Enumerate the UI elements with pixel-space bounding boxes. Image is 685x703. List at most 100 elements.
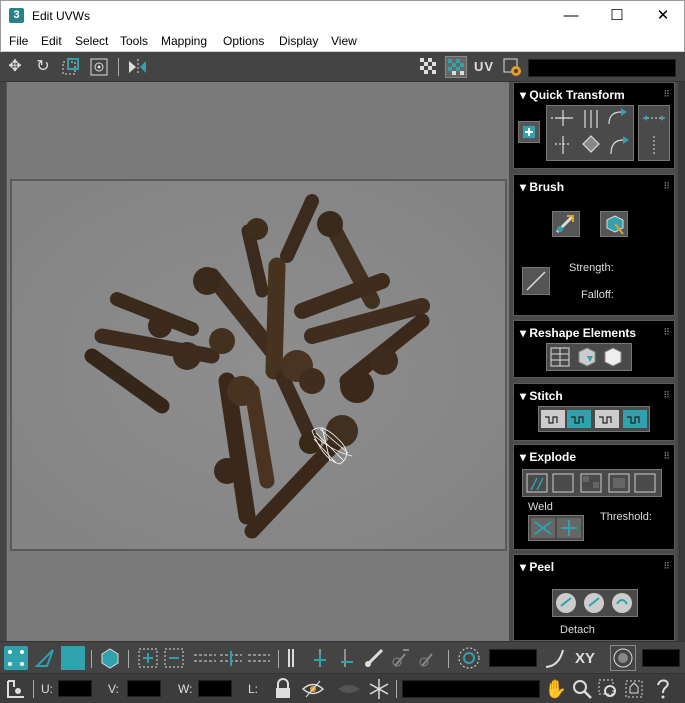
rollout-title[interactable]: ▾ Quick Transform	[520, 88, 625, 102]
minimize-button[interactable]: —	[548, 1, 594, 31]
rollout-stitch: ▾ Stitch ⠿	[513, 383, 675, 441]
menu-view[interactable]: View	[331, 34, 357, 48]
uv-tile	[10, 179, 507, 551]
move-icon[interactable]: ✥	[4, 56, 26, 78]
paint-shrink-icon[interactable]	[416, 646, 440, 670]
rollout-peel: ▾ Peel ⠿ Detach	[513, 554, 675, 641]
menu-edit[interactable]: Edit	[41, 34, 62, 48]
rollout-title[interactable]: ▾ Stitch	[520, 389, 563, 403]
falloff-type-icon[interactable]	[543, 646, 567, 670]
rollout-reshape-elements: ▾ Reshape Elements ⠿	[513, 320, 675, 378]
reshape-buttons[interactable]	[546, 343, 632, 371]
grip-icon[interactable]: ⠿	[663, 451, 670, 462]
uv-options-icon[interactable]	[501, 56, 523, 78]
panel-scrollbar[interactable]	[678, 82, 685, 641]
l-label: L:	[248, 682, 259, 696]
menu-bar: File Edit Select Tools Mapping Options D…	[0, 30, 685, 52]
loop-ring-icons[interactable]	[192, 646, 272, 670]
maximize-button[interactable]: ☐	[594, 1, 640, 31]
soft-selection-value[interactable]	[489, 649, 537, 667]
toolbar-divider	[128, 650, 129, 668]
explode-buttons[interactable]	[522, 469, 662, 497]
mirror-icon[interactable]	[126, 56, 148, 78]
menu-mapping[interactable]: Mapping	[161, 34, 207, 48]
grip-icon[interactable]: ⠿	[663, 181, 670, 192]
zoom-extents-icon[interactable]	[622, 677, 646, 701]
toolbar-divider	[448, 650, 449, 668]
v-field[interactable]	[127, 680, 161, 697]
rollout-title[interactable]: ▾ Reshape Elements	[520, 326, 636, 340]
pan-icon[interactable]: ✋	[544, 677, 568, 701]
rollout-title[interactable]: ▾ Peel	[520, 560, 554, 574]
menu-file[interactable]: File	[9, 34, 28, 48]
paint-select-icon[interactable]	[362, 646, 386, 670]
falloff-curve-icon[interactable]	[522, 267, 550, 295]
grow-select-icon[interactable]	[136, 646, 160, 670]
paint-grow-icon[interactable]	[389, 646, 413, 670]
app-icon: 3	[9, 8, 24, 23]
soft-selection-icon[interactable]	[456, 646, 482, 670]
rollout-brush: ▾ Brush ⠿ Strength: Falloff:	[513, 174, 675, 316]
w-field[interactable]	[198, 680, 232, 697]
shrink-select-icon[interactable]	[162, 646, 186, 670]
vertex-select-icon[interactable]	[4, 646, 28, 670]
help-icon[interactable]	[650, 677, 678, 701]
pivot-icon[interactable]	[518, 121, 540, 143]
checker-icon[interactable]	[418, 56, 440, 78]
rollout-title[interactable]: ▾ Explode	[520, 450, 576, 464]
stitch-buttons[interactable]	[538, 406, 650, 432]
grip-icon[interactable]: ⠿	[663, 89, 670, 100]
bottom-toolbar-bottom: U: V: W: L: ✋	[0, 673, 685, 703]
limit-value[interactable]	[642, 649, 680, 667]
strength-label: Strength:	[569, 262, 614, 274]
zoom-icon[interactable]	[570, 677, 594, 701]
freeform-icon[interactable]	[88, 56, 110, 78]
paint-move-icon[interactable]	[552, 211, 580, 237]
freeze-icon[interactable]	[367, 677, 391, 701]
toolbar-divider	[118, 58, 119, 76]
w-label: W:	[178, 682, 193, 696]
peel-buttons[interactable]	[552, 589, 638, 617]
ring-shrink-icon[interactable]	[335, 646, 359, 670]
rollout-title[interactable]: ▾ Brush	[520, 180, 564, 194]
zoom-region-icon[interactable]	[596, 677, 620, 701]
uv-viewport[interactable]	[6, 82, 509, 641]
unhide-icon[interactable]	[336, 677, 362, 701]
uv-label[interactable]: UV	[474, 59, 494, 74]
texture-dropdown[interactable]	[528, 59, 676, 77]
u-field[interactable]	[58, 680, 92, 697]
loop-select-icon[interactable]	[284, 646, 298, 670]
weld-buttons[interactable]	[528, 515, 584, 541]
quick-transform-buttons[interactable]	[546, 105, 634, 161]
hide-icon[interactable]	[300, 677, 326, 701]
detach-label: Detach	[560, 624, 595, 636]
menu-tools[interactable]: Tools	[120, 34, 148, 48]
scale-icon[interactable]	[59, 56, 81, 78]
menu-display[interactable]: Display	[279, 34, 318, 48]
rotate-icon[interactable]: ↻	[32, 56, 54, 78]
absolute-offset-icon[interactable]	[4, 677, 28, 701]
limit-selection-icon[interactable]	[610, 645, 636, 671]
grip-icon[interactable]: ⠿	[663, 390, 670, 401]
menu-options[interactable]: Options	[223, 34, 264, 48]
weld-label: Weld	[528, 501, 553, 513]
toolbar-divider	[91, 650, 92, 668]
relax-brush-icon[interactable]	[600, 211, 628, 237]
checker-color-icon[interactable]	[445, 56, 467, 78]
toolbar-divider	[33, 680, 34, 698]
xy-label[interactable]: XY	[575, 650, 595, 667]
rollout-explode: ▾ Explode ⠿ Weld Threshold:	[513, 444, 675, 550]
element-select-icon[interactable]	[98, 646, 122, 670]
grip-icon[interactable]: ⠿	[663, 327, 670, 338]
ring-grow-icon[interactable]	[308, 646, 332, 670]
selection-set-field[interactable]	[402, 680, 540, 698]
lock-icon[interactable]	[272, 677, 294, 701]
menu-select[interactable]: Select	[75, 34, 108, 48]
close-button[interactable]: ✕	[640, 1, 685, 31]
align-buttons[interactable]	[638, 105, 670, 161]
face-select-icon[interactable]	[61, 646, 85, 670]
toolbar-divider	[278, 650, 279, 668]
falloff-label: Falloff:	[581, 289, 614, 301]
grip-icon[interactable]: ⠿	[663, 561, 670, 572]
edge-select-icon[interactable]	[33, 646, 57, 670]
